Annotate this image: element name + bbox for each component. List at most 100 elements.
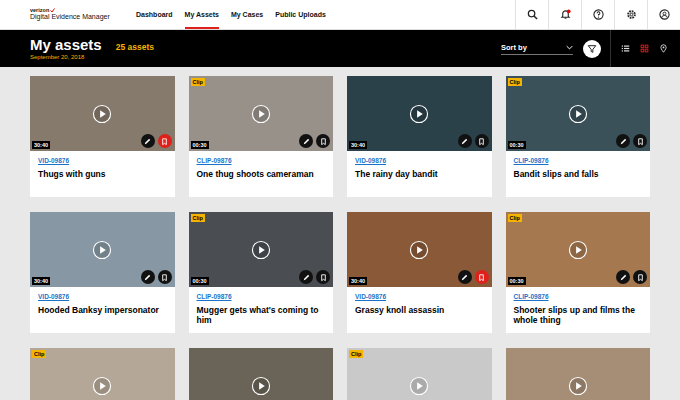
asset-card[interactable]: Clip [347,348,492,400]
asset-title: Mugger gets what's coming to him [197,305,326,325]
bookmark-button[interactable] [633,270,647,284]
logo[interactable]: verizon Digital Evidence Manager [0,0,130,29]
bookmark-button[interactable] [633,134,647,148]
nav-link[interactable]: My Cases [231,0,263,29]
date: September 20, 2018 [30,54,154,60]
view-button[interactable] [617,30,634,67]
notifications-button[interactable] [548,0,581,29]
asset-card[interactable]: 30:40 VID-09876 Thugs with guns [30,76,175,197]
gear-icon [626,9,637,20]
duration: 30:40 [349,141,367,149]
play-icon[interactable] [93,104,112,123]
asset-title: The rainy day bandit [355,169,484,179]
asset-card[interactable]: Clip [30,348,175,400]
play-icon[interactable] [410,376,429,395]
play-icon[interactable] [410,104,429,123]
edit-button[interactable] [458,270,472,284]
bookmark-icon [319,137,328,146]
play-icon[interactable] [410,240,429,259]
help-button[interactable] [581,0,614,29]
edit-button[interactable] [458,134,472,148]
bookmark-button[interactable] [158,270,172,284]
asset-card[interactable] [506,348,651,400]
edit-button[interactable] [299,134,313,148]
play-icon[interactable] [93,240,112,259]
bookmark-button[interactable] [158,134,172,148]
edit-button[interactable] [616,134,630,148]
card-actions [141,270,172,284]
card-info: VID-09876 Hooded Banksy impersonator [30,287,175,333]
asset-id-link[interactable]: CLIP-09876 [197,157,326,164]
settings-button[interactable] [614,0,647,29]
asset-card[interactable]: 30:40 VID-09876 Hooded Banksy impersonat… [30,212,175,333]
edit-button[interactable] [616,270,630,284]
user-icon [659,9,670,20]
thumbnail[interactable]: 30:40 [30,212,175,287]
card-actions [616,134,647,148]
thumbnail[interactable]: 30:40 [347,76,492,151]
view-button[interactable] [636,30,653,67]
thumbnail[interactable]: Clip 00:30 [506,212,651,287]
pencil-icon [302,273,311,282]
thumbnail[interactable]: Clip 00:30 [189,76,334,151]
thumbnail[interactable]: Clip [347,348,492,400]
bell-icon [560,9,571,20]
thumbnail[interactable]: Clip 00:30 [506,76,651,151]
thumbnail[interactable]: 30:40 [30,76,175,151]
nav-link[interactable]: Dashboard [136,0,173,29]
card-actions [616,270,647,284]
nav-links: Dashboard My Assets My Cases Public Uploads [130,0,326,29]
view-button[interactable] [655,30,672,67]
thumbnail[interactable]: 30:40 [347,212,492,287]
asset-id-link[interactable]: VID-09876 [355,293,484,300]
asset-card[interactable]: Clip 00:30 CLIP-09876 Bandit slips and f… [506,76,651,197]
asset-id-link[interactable]: CLIP-09876 [514,157,643,164]
pencil-icon [143,137,152,146]
edit-button[interactable] [141,270,155,284]
brand: verizon [30,8,130,14]
pencil-icon [460,137,469,146]
asset-card[interactable]: Clip 00:30 CLIP-09876 Mugger gets what's… [189,212,334,333]
user-button[interactable] [647,0,680,29]
play-icon[interactable] [251,240,270,259]
play-icon[interactable] [568,104,587,123]
search-icon [527,9,538,20]
asset-id-link[interactable]: CLIP-09876 [514,293,643,300]
header-controls: Sort by [501,30,680,67]
view-switcher [610,30,680,67]
asset-id-link[interactable]: CLIP-09876 [197,293,326,300]
asset-card[interactable]: 30:40 VID-09876 Grassy knoll assassin [347,212,492,333]
asset-card[interactable]: Clip 00:30 CLIP-09876 One thug shoots ca… [189,76,334,197]
edit-button[interactable] [141,134,155,148]
search-button[interactable] [515,0,548,29]
sort-dropdown[interactable]: Sort by [501,43,573,55]
nav-link[interactable]: Public Uploads [275,0,326,29]
duration: 00:30 [508,277,526,285]
bookmark-button[interactable] [475,134,489,148]
thumbnail[interactable] [506,348,651,400]
play-icon[interactable] [93,376,112,395]
pencil-icon [619,273,628,282]
play-icon[interactable] [251,104,270,123]
thumbnail[interactable]: Clip [30,348,175,400]
bookmark-button[interactable] [316,270,330,284]
asset-card[interactable]: 30:40 VID-09876 The rainy day bandit [347,76,492,197]
edit-button[interactable] [299,270,313,284]
asset-card[interactable]: Clip 00:30 CLIP-09876 Shooter slips up a… [506,212,651,333]
asset-id-link[interactable]: VID-09876 [38,157,167,164]
thumbnail[interactable] [189,348,334,400]
bookmark-button[interactable] [316,134,330,148]
thumbnail[interactable]: Clip 00:30 [189,212,334,287]
asset-card[interactable] [189,348,334,400]
play-icon[interactable] [568,376,587,395]
card-info: VID-09876 The rainy day bandit [347,151,492,197]
bookmark-button[interactable] [475,270,489,284]
filter-button[interactable] [583,40,601,58]
card-actions [141,134,172,148]
asset-id-link[interactable]: VID-09876 [355,157,484,164]
play-icon[interactable] [251,376,270,395]
asset-id-link[interactable]: VID-09876 [38,293,167,300]
nav-link[interactable]: My Assets [185,0,219,29]
clip-badge: Clip [508,214,522,222]
play-icon[interactable] [568,240,587,259]
